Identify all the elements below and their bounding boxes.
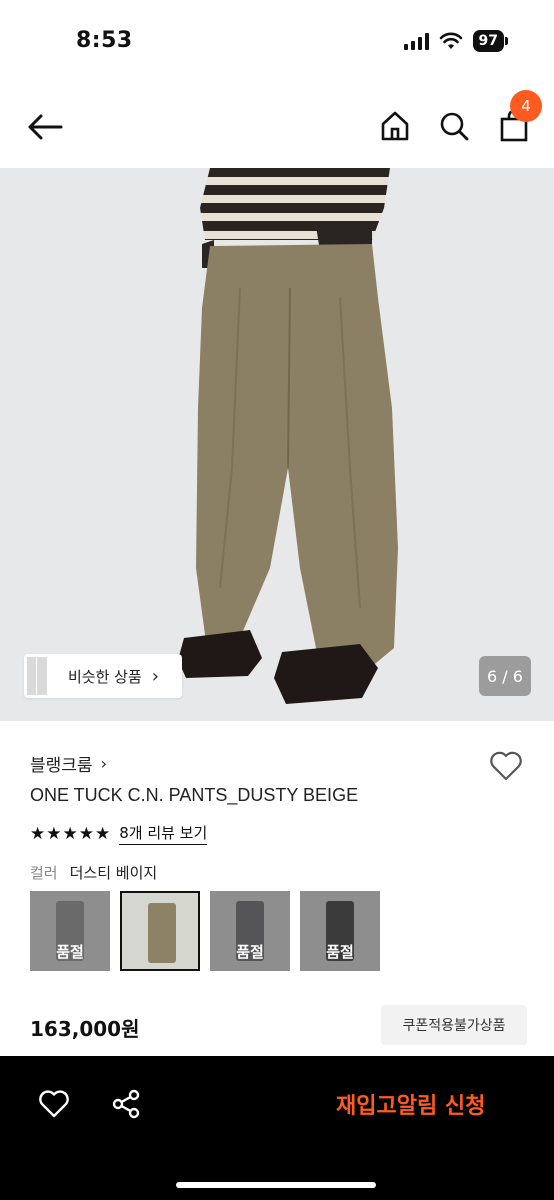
- similar-products-label: 비슷한 상품: [68, 667, 142, 686]
- swatch-pants-image: [148, 903, 176, 963]
- color-row: 컬러 더스티 베이지: [30, 862, 157, 883]
- product-image-carousel[interactable]: 비슷한 상품 › 6 / 6: [0, 168, 554, 721]
- share-button[interactable]: [108, 1086, 144, 1122]
- home-indicator: [176, 1182, 376, 1188]
- similar-thumbnails: [24, 654, 54, 698]
- color-label: 컬러: [30, 864, 58, 882]
- product-price: 163,000원: [30, 1017, 140, 1041]
- color-swatch[interactable]: 품절: [30, 891, 110, 971]
- image-page-counter: 6 / 6: [479, 656, 531, 696]
- home-button[interactable]: [374, 104, 416, 148]
- share-icon: [112, 1089, 140, 1119]
- star-rating: ★★★★★: [30, 823, 112, 844]
- wishlist-button[interactable]: [486, 746, 526, 786]
- status-time: 8:53: [76, 28, 133, 53]
- cellular-signal-icon: [403, 32, 429, 50]
- battery-level: 97: [472, 30, 504, 52]
- heart-icon: [39, 1090, 69, 1118]
- status-bar: 8:53 97: [0, 0, 554, 80]
- wifi-icon: [439, 32, 462, 49]
- restock-alert-button[interactable]: 재입고알림 신청: [336, 1088, 485, 1120]
- search-icon: [440, 112, 469, 141]
- status-icons: 97: [403, 30, 508, 52]
- heart-icon: [490, 751, 522, 781]
- chevron-right-icon: ›: [151, 665, 159, 687]
- color-swatch[interactable]: 품절: [210, 891, 290, 971]
- product-photo: [0, 168, 554, 721]
- chevron-right-icon: ›: [100, 754, 107, 773]
- back-button[interactable]: [24, 106, 66, 148]
- soldout-label: 품절: [56, 943, 84, 961]
- home-icon: [381, 111, 409, 141]
- similar-products-button[interactable]: 비슷한 상품 ›: [24, 654, 182, 698]
- product-name: ONE TUCK C.N. PANTS_DUSTY BEIGE: [30, 785, 359, 805]
- color-swatch[interactable]: 품절: [300, 891, 380, 971]
- color-value: 더스티 베이지: [69, 864, 158, 882]
- color-swatches: 품절 품절 품절: [30, 891, 380, 971]
- brand-name: 블랭크룸: [30, 756, 93, 776]
- battery-icon: 97: [472, 30, 508, 52]
- top-nav-bar: [0, 80, 554, 168]
- coupon-unavailable-badge: 쿠폰적용불가상품: [381, 1005, 527, 1045]
- soldout-label: 품절: [236, 943, 264, 961]
- rating-row: ★★★★★ 8개 리뷰 보기: [30, 822, 208, 845]
- color-swatch-selected[interactable]: [120, 891, 200, 971]
- soldout-label: 품절: [326, 943, 354, 961]
- review-link[interactable]: 8개 리뷰 보기: [119, 822, 208, 845]
- bottom-action-bar: 재입고알림 신청: [0, 1056, 554, 1200]
- like-button[interactable]: [36, 1086, 72, 1122]
- back-arrow-icon: [28, 114, 63, 140]
- cart-count-badge: 4: [510, 90, 542, 122]
- brand-link[interactable]: 블랭크룸 ›: [30, 751, 107, 776]
- search-button[interactable]: [432, 104, 476, 148]
